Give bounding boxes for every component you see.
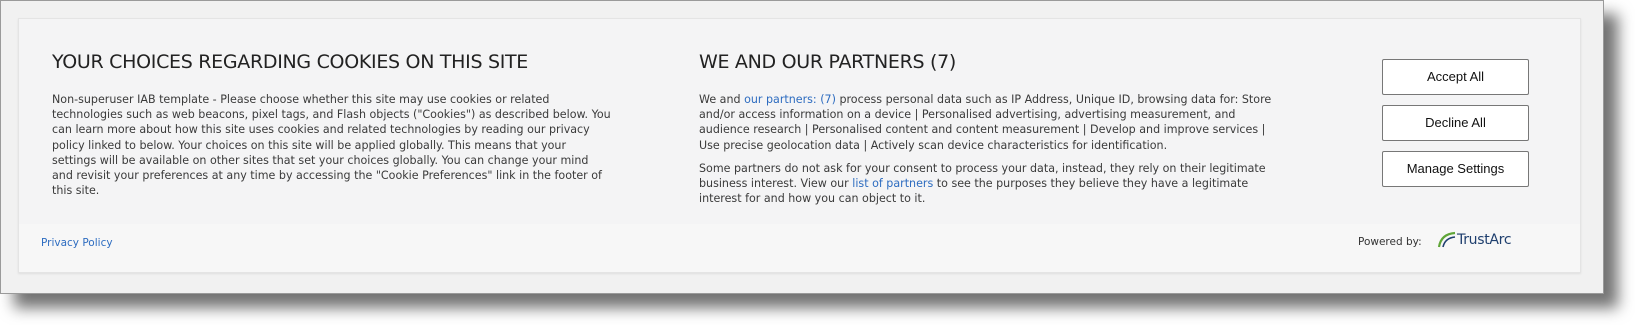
list-of-partners-link[interactable]: list of partners (852, 177, 933, 190)
partners-text-prefix: We and (699, 93, 745, 106)
trustarc-brand-text: TrustArc (1457, 232, 1512, 248)
our-partners-link[interactable]: our partners: (7) (744, 93, 836, 106)
decline-all-button[interactable]: Decline All (1382, 105, 1529, 141)
cookie-choices-title: YOUR CHOICES REGARDING COOKIES ON THIS S… (52, 51, 529, 73)
legitimate-interest-text: Some partners do not ask for your consen… (699, 161, 1279, 207)
accept-all-button[interactable]: Accept All (1382, 59, 1529, 95)
trustarc-swoosh-icon (1437, 231, 1456, 248)
window-frame: YOUR CHOICES REGARDING COOKIES ON THIS S… (0, 0, 1604, 294)
cookie-choices-description: Non-superuser IAB template - Please choo… (52, 93, 611, 198)
trustarc-logo[interactable]: TrustArc (1437, 231, 1512, 249)
banner-footer (19, 224, 1580, 272)
privacy-policy-link[interactable]: Privacy Policy (41, 237, 113, 249)
cookie-consent-banner: YOUR CHOICES REGARDING COOKIES ON THIS S… (18, 18, 1581, 273)
cookie-choices-section: YOUR CHOICES REGARDING COOKIES ON THIS S… (52, 51, 612, 206)
manage-settings-button[interactable]: Manage Settings (1382, 151, 1529, 187)
consent-buttons: Accept All Decline All Manage Settings (1382, 59, 1529, 197)
partners-title: WE AND OUR PARTNERS (7) (699, 51, 957, 73)
powered-by-label: Powered by: (1358, 236, 1422, 248)
partners-section: WE AND OUR PARTNERS (7) We and our partn… (699, 51, 1279, 214)
partners-purposes-text: We and our partners: (7) process persona… (699, 92, 1279, 153)
